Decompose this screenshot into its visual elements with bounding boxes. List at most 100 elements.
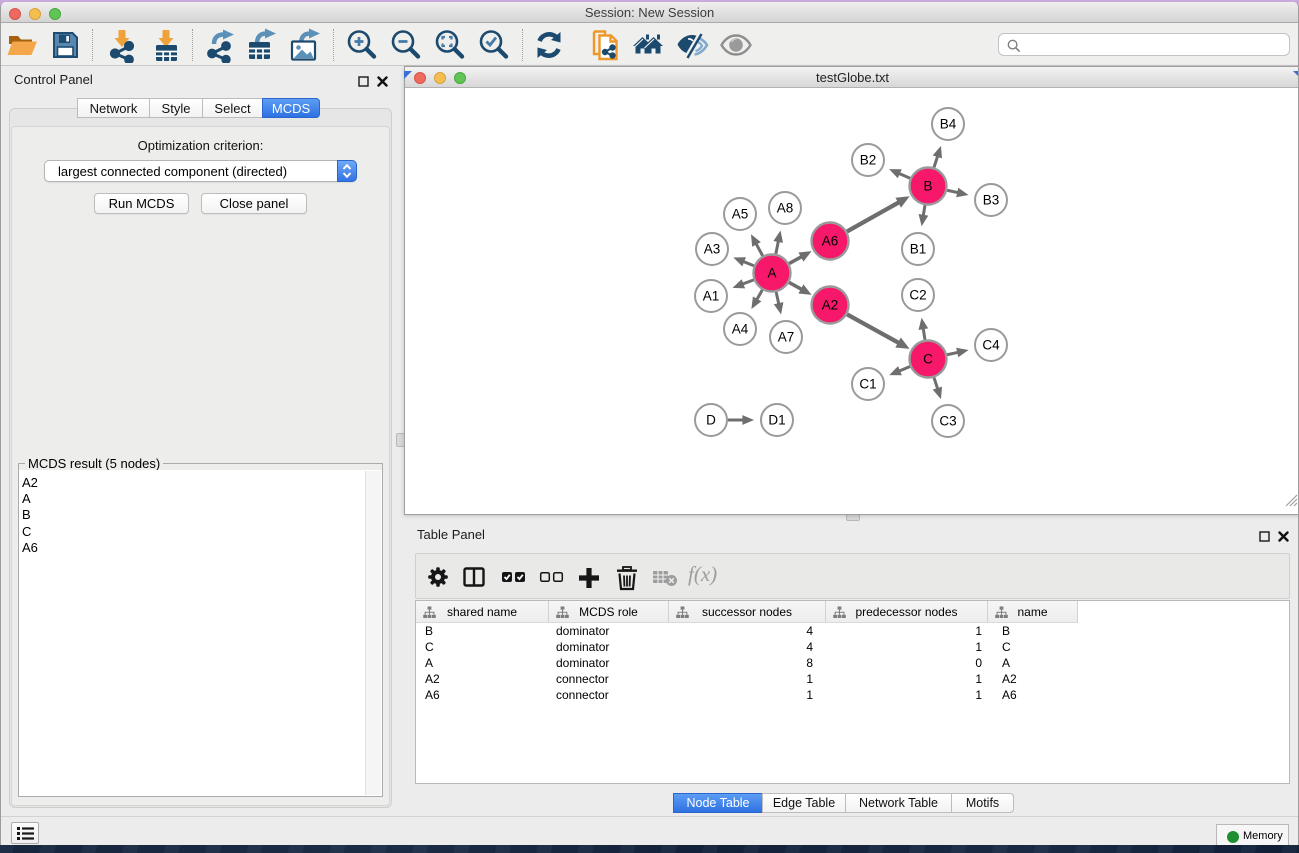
control-panel-tab[interactable]: Network: [77, 98, 150, 118]
table-panel-tab[interactable]: Network Table: [845, 793, 952, 813]
table-panel-tab[interactable]: Motifs: [951, 793, 1014, 813]
control-panel-float-icon[interactable]: [358, 74, 369, 85]
network-canvas[interactable]: B4B2BB3A5A8A6A3B1AC2A1A2A4A7C4CC1C3DD1: [405, 89, 1299, 515]
run-mcds-button[interactable]: Run MCDS: [94, 193, 189, 214]
gear-icon[interactable]: [426, 565, 450, 589]
dropdown-arrows-icon: [337, 160, 357, 182]
graph-edge-B-B4[interactable]: [934, 156, 938, 167]
save-session-icon[interactable]: [47, 27, 83, 63]
graph-node-label-B4: B4: [940, 117, 957, 132]
table-row[interactable]: B dominator 4 1 B: [416, 623, 1289, 639]
graph-edge-B-B1[interactable]: [923, 205, 925, 216]
cell-mcds-role: dominator: [549, 623, 669, 639]
table-panel-float-icon[interactable]: [1259, 529, 1270, 540]
graph-node-label-A4: A4: [732, 322, 749, 337]
mcds-result-item[interactable]: A: [19, 491, 382, 507]
table-row[interactable]: A2 connector 1 1 A2: [416, 671, 1289, 687]
cell-successor-nodes: 1: [669, 687, 826, 703]
delete-column-icon[interactable]: [615, 565, 639, 589]
export-network-icon[interactable]: [204, 27, 240, 63]
graph-node-label-B3: B3: [983, 193, 1000, 208]
select-all-icon[interactable]: [501, 565, 525, 589]
hide-panels-icon[interactable]: [674, 27, 710, 63]
column-header-label: shared name: [447, 605, 517, 619]
graph-edge-A-A6[interactable]: [789, 257, 802, 264]
graph-edge-arrowhead: [956, 348, 968, 358]
table-panel-tab[interactable]: Edge Table: [762, 793, 846, 813]
show-all-networks-icon[interactable]: [630, 27, 666, 63]
zoom-out-icon[interactable]: [388, 27, 424, 63]
zoom-fit-icon[interactable]: [432, 27, 468, 63]
graph-edge-C-C1[interactable]: [899, 367, 910, 372]
mcds-result-item[interactable]: A6: [19, 540, 382, 556]
graph-edge-A2-C[interactable]: [847, 314, 899, 343]
cell-successor-nodes: 4: [669, 639, 826, 655]
graph-edge-C-C4[interactable]: [947, 352, 958, 354]
close-panel-button[interactable]: Close panel: [201, 193, 307, 214]
table-row[interactable]: A dominator 8 0 A: [416, 655, 1289, 671]
frame-focus-corner: [404, 66, 412, 74]
table-column-header[interactable]: MCDS role: [549, 601, 669, 623]
graph-edge-A6-B[interactable]: [847, 202, 899, 231]
result-list-scrollbar[interactable]: [365, 471, 381, 795]
open-session-icon[interactable]: [4, 27, 40, 63]
horizontal-split-handle[interactable]: [846, 514, 860, 521]
graph-edge-arrowhead: [956, 188, 968, 198]
graph-edge-A-A2[interactable]: [789, 282, 802, 289]
table-column-header[interactable]: predecessor nodes: [826, 601, 988, 623]
graph-edge-A-A1[interactable]: [742, 280, 753, 284]
graph-edge-A-A5[interactable]: [756, 244, 763, 256]
refresh-icon[interactable]: [531, 27, 567, 63]
column-header-label: successor nodes: [702, 605, 792, 619]
split-view-icon[interactable]: [462, 565, 486, 589]
mcds-result-list[interactable]: A2 A B C A6: [19, 470, 382, 796]
graph-edge-A-A4[interactable]: [757, 290, 763, 300]
deselect-all-icon[interactable]: [539, 565, 563, 589]
table-column-header[interactable]: shared name: [416, 601, 549, 623]
column-header-label: MCDS role: [579, 605, 638, 619]
memory-button[interactable]: Memory: [1216, 824, 1289, 846]
table-header-row: shared name: [416, 601, 1078, 623]
search-input[interactable]: [1025, 35, 1285, 54]
control-panel-tab[interactable]: MCDS: [262, 98, 320, 118]
table-panel-tab[interactable]: Node Table: [673, 793, 763, 813]
control-panel-tab[interactable]: Select: [202, 98, 263, 118]
mcds-result-item[interactable]: A2: [19, 475, 382, 491]
criterion-dropdown[interactable]: largest connected component (directed): [44, 160, 357, 182]
task-history-button[interactable]: [11, 822, 39, 844]
import-network-icon[interactable]: [104, 27, 140, 63]
mcds-result-title: MCDS result (5 nodes): [25, 456, 163, 471]
table-row[interactable]: C dominator 4 1 C: [416, 639, 1289, 655]
mcds-result-item[interactable]: C: [19, 524, 382, 540]
graph-edge-C-C2[interactable]: [923, 328, 925, 340]
table-column-header[interactable]: name: [988, 601, 1078, 623]
table-row[interactable]: A6 connector 1 1 A6: [416, 687, 1289, 703]
add-column-icon[interactable]: [576, 565, 600, 589]
network-window: testGlobe.txt B4B2BB3A5A8A6A3B1AC2A1A2A4…: [404, 66, 1299, 515]
zoom-in-icon[interactable]: [344, 27, 380, 63]
export-image-icon[interactable]: [287, 27, 323, 63]
export-table-icon[interactable]: [244, 27, 280, 63]
resize-grip[interactable]: [1285, 494, 1298, 512]
table-panel-close-icon[interactable]: [1278, 529, 1289, 540]
control-panel-close-icon[interactable]: [377, 74, 388, 85]
graph-edge-B-B3[interactable]: [947, 190, 958, 192]
show-panels-icon[interactable]: [718, 27, 754, 63]
control-panel-tab[interactable]: Style: [149, 98, 203, 118]
graph-edge-arrowhead: [742, 415, 754, 425]
mcds-result-item[interactable]: B: [19, 507, 382, 523]
clone-network-icon[interactable]: [588, 27, 624, 63]
graph-edge-arrowhead: [889, 366, 902, 375]
graph-edge-A-A3[interactable]: [743, 261, 754, 265]
cell-predecessor-nodes: 1: [826, 687, 988, 703]
cell-mcds-role: dominator: [549, 655, 669, 671]
import-table-icon[interactable]: [148, 27, 184, 63]
table-column-header[interactable]: successor nodes: [669, 601, 826, 623]
graph-edge-A-A7[interactable]: [776, 292, 779, 304]
graph-edge-C-C3[interactable]: [934, 378, 938, 389]
network-window-titlebar[interactable]: testGlobe.txt: [405, 67, 1299, 88]
graph-edge-B-B2[interactable]: [899, 173, 910, 178]
graph-edge-A-A8[interactable]: [776, 241, 779, 254]
graph-node-label-C3: C3: [939, 414, 956, 429]
zoom-selected-icon[interactable]: [476, 27, 512, 63]
